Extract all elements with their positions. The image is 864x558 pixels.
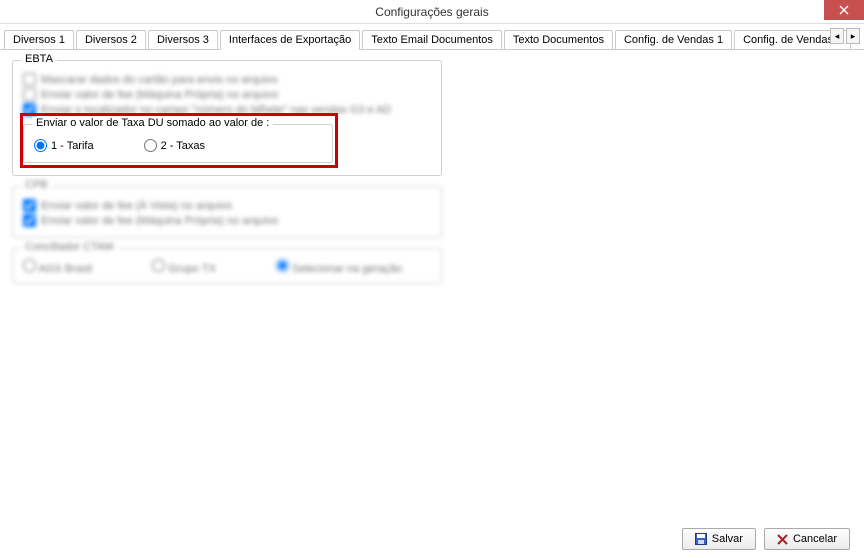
ebta-checkbox-1[interactable]: [23, 88, 36, 101]
cpb-checkbox-1[interactable]: [23, 214, 36, 227]
cancel-button[interactable]: Cancelar: [764, 528, 850, 550]
group-ebta-legend: EBTA: [21, 53, 57, 65]
ebta-opt-0: Mascarar dados do cartão para envio no a…: [23, 73, 431, 86]
conc-radio-ags[interactable]: [23, 259, 36, 272]
tab-texto-documentos[interactable]: Texto Documentos: [504, 30, 613, 50]
window-titlebar: Configurações gerais: [0, 0, 864, 24]
ebta-opt-2: Enviar o localizador no campo "número do…: [23, 103, 431, 116]
tab-scroll-right[interactable]: ▸: [846, 28, 860, 44]
window-close-button[interactable]: [824, 0, 864, 20]
conc-radio-selecionar-label[interactable]: Selecionar na geração: [276, 259, 402, 275]
ebta-label-0: Mascarar dados do cartão para envio no a…: [41, 74, 278, 86]
group-du-legend: Enviar o valor de Taxa DU somado ao valo…: [32, 117, 273, 129]
group-du: Enviar o valor de Taxa DU somado ao valo…: [23, 124, 333, 163]
cpb-opt-0: Enviar valor de fee (À Vista) no arquivo: [23, 199, 431, 212]
cpb-label-1: Enviar valor de fee (Máquina Própria) no…: [41, 215, 278, 227]
group-ebta: EBTA Mascarar dados do cartão para envio…: [12, 60, 442, 176]
du-radio-tarifa-text: 1 - Tarifa: [51, 140, 94, 152]
ebta-opt-1: Enviar valor de fee (Máquina Própria) no…: [23, 88, 431, 101]
group-conciliador: Conciliador CTAM AGS Brasil Grupo TX Sel…: [12, 248, 442, 284]
tab-scroll: ◂ ▸: [830, 28, 860, 44]
du-radio-taxas-text: 2 - Taxas: [161, 140, 205, 152]
ebta-checkbox-2[interactable]: [23, 103, 36, 116]
cpb-checkbox-0[interactable]: [23, 199, 36, 212]
cpb-opt-1: Enviar valor de fee (Máquina Própria) no…: [23, 214, 431, 227]
save-button[interactable]: Salvar: [682, 528, 756, 550]
tab-diversos-2[interactable]: Diversos 2: [76, 30, 146, 50]
conc-radio-grupotx-text: Grupo TX: [168, 263, 216, 275]
conc-radio-ags-text: AGS Brasil: [38, 263, 92, 275]
du-radio-taxas-label[interactable]: 2 - Taxas: [144, 139, 205, 152]
save-button-label: Salvar: [712, 533, 743, 545]
group-conciliador-legend: Conciliador CTAM: [21, 241, 117, 253]
tab-scroll-left[interactable]: ◂: [830, 28, 844, 44]
footer-buttons: Salvar Cancelar: [682, 528, 850, 550]
conc-radio-grupotx[interactable]: [152, 259, 165, 272]
ebta-checkbox-0[interactable]: [23, 73, 36, 86]
tab-texto-email-documentos[interactable]: Texto Email Documentos: [362, 30, 502, 50]
tab-interfaces-exportacao[interactable]: Interfaces de Exportação: [220, 30, 360, 50]
conc-radio-selecionar[interactable]: [276, 259, 289, 272]
cpb-label-0: Enviar valor de fee (À Vista) no arquivo: [41, 200, 232, 212]
tab-diversos-3[interactable]: Diversos 3: [148, 30, 218, 50]
group-cpb: CPB Enviar valor de fee (À Vista) no arq…: [12, 186, 442, 238]
du-radio-tarifa[interactable]: [34, 139, 47, 152]
window-title: Configurações gerais: [375, 5, 488, 19]
ebta-label-1: Enviar valor de fee (Máquina Própria) no…: [41, 89, 278, 101]
group-cpb-legend: CPB: [21, 179, 52, 191]
save-icon: [695, 533, 707, 545]
tab-config-vendas-1[interactable]: Config. de Vendas 1: [615, 30, 732, 50]
du-radio-taxas[interactable]: [144, 139, 157, 152]
tab-diversos-1[interactable]: Diversos 1: [4, 30, 74, 50]
close-icon: [839, 5, 849, 15]
tab-content: EBTA Mascarar dados do cartão para envio…: [0, 50, 864, 304]
conc-radio-grupotx-label[interactable]: Grupo TX: [152, 259, 216, 275]
cancel-button-label: Cancelar: [793, 533, 837, 545]
cancel-icon: [777, 534, 788, 545]
du-radio-tarifa-label[interactable]: 1 - Tarifa: [34, 139, 94, 152]
conc-radio-ags-label[interactable]: AGS Brasil: [23, 259, 92, 275]
tab-bar: Diversos 1 Diversos 2 Diversos 3 Interfa…: [0, 24, 864, 50]
conc-radio-selecionar-text: Selecionar na geração: [292, 263, 402, 275]
ebta-label-2: Enviar o localizador no campo "número do…: [41, 104, 391, 116]
